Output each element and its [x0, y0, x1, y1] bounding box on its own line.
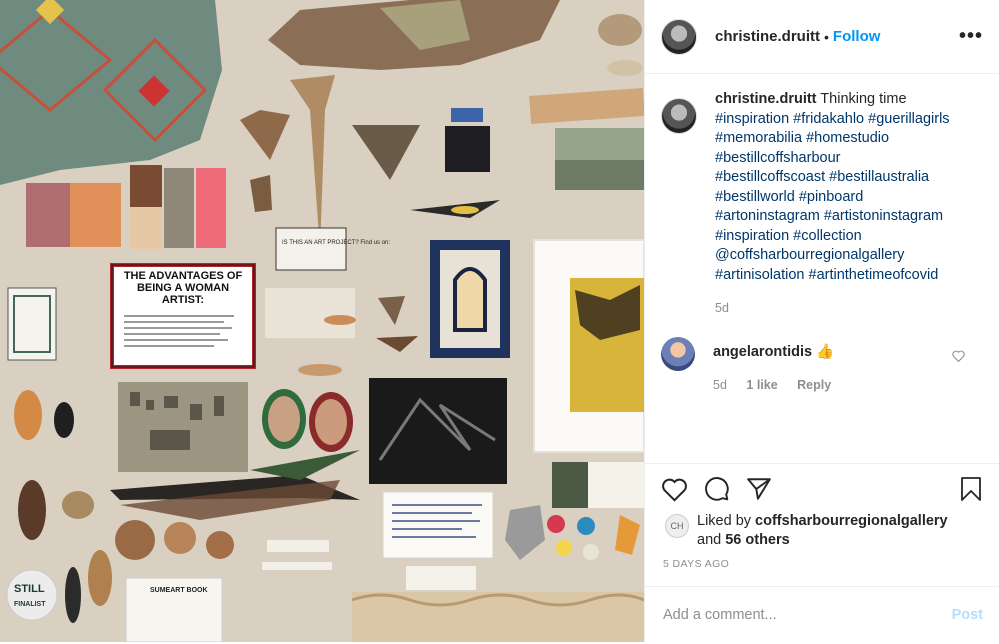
liker-username[interactable]: coffsharbourregionalgallery — [755, 513, 948, 529]
comment-bubble-icon[interactable] — [704, 476, 730, 502]
caption-tags-line[interactable]: @coffsharbourregionalgallery — [715, 246, 950, 266]
caption-time[interactable]: 5d — [715, 301, 729, 315]
post-comment-button[interactable]: Post — [952, 607, 983, 623]
post-sidebar: christine.druitt • Follow ••• christine.… — [644, 0, 999, 642]
caption-tags-line[interactable]: #artoninstagram #artistoninstagram — [715, 207, 950, 227]
likes-summary: CH Liked by coffsharbourregionalgallery … — [645, 502, 999, 550]
caption-username[interactable]: christine.druitt — [715, 91, 817, 107]
svg-text:FINALIST: FINALIST — [14, 601, 46, 608]
sign-text: IS THIS AN ART PROJECT? Find us on: — [282, 240, 390, 246]
comment-time[interactable]: 5d — [713, 378, 727, 392]
separator-dot: • — [824, 28, 829, 45]
svg-text:STILL: STILL — [14, 583, 45, 595]
poster-title: THE ADVANTAGES OF BEING A WOMAN ARTIST: — [123, 270, 243, 306]
comment-meta: 5d 1 like Reply — [713, 376, 847, 396]
add-comment-bar: Post — [645, 586, 999, 642]
comment-item: angelarontidis 👍 5d 1 like Reply — [661, 336, 983, 396]
caption-tags-line[interactable]: #bestillcoffsharbour — [715, 149, 950, 169]
caption-avatar[interactable] — [661, 98, 697, 134]
others-link[interactable]: 56 others — [725, 532, 789, 548]
caption-tags-line[interactable]: #bestillcoffscoast #bestillaustralia — [715, 168, 950, 188]
liked-by-label: Liked by — [697, 513, 752, 529]
comment-likes[interactable]: 1 like — [746, 378, 777, 392]
comment-text: 👍 — [816, 343, 835, 360]
caption-tags-line[interactable]: #bestillworld #pinboard — [715, 188, 950, 208]
post-date[interactable]: 5 DAYS AGO — [645, 550, 999, 570]
caption-tags-line[interactable]: #memorabilia #homestudio — [715, 129, 950, 149]
commenter-username[interactable]: angelarontidis — [713, 344, 812, 360]
caption: christine.druitt Thinking time #inspirat… — [661, 90, 983, 319]
liker-avatar[interactable]: CH — [665, 514, 689, 538]
more-options-icon[interactable]: ••• — [959, 25, 983, 48]
comment-like-heart-icon[interactable] — [952, 349, 965, 365]
follow-button[interactable]: Follow — [833, 28, 881, 45]
action-icons — [645, 464, 999, 502]
post-photo[interactable]: IS THIS AN ART PROJECT? Find us on: THE … — [0, 0, 644, 642]
caption-tags-line[interactable]: #artinisolation #artinthetimeofcovid — [715, 266, 950, 286]
caption-tags-line[interactable]: #inspiration #collection — [715, 227, 950, 247]
bookmark-icon[interactable] — [959, 476, 983, 502]
comments-section: christine.druitt Thinking time #inspirat… — [645, 90, 999, 396]
post-header: christine.druitt • Follow ••• — [645, 0, 999, 74]
author-avatar[interactable] — [661, 18, 697, 55]
commenter-avatar[interactable] — [661, 336, 695, 371]
author-username[interactable]: christine.druitt — [715, 28, 820, 45]
caption-meta: 5d — [715, 299, 950, 319]
like-heart-icon[interactable] — [661, 477, 688, 502]
svg-text:SUMEART BOOK: SUMEART BOOK — [150, 587, 208, 594]
caption-tags-line[interactable]: #inspiration #fridakahlo #guerillagirls — [715, 110, 950, 130]
caption-text: Thinking time — [820, 91, 907, 107]
reply-button[interactable]: Reply — [797, 378, 831, 392]
and-label: and — [697, 532, 722, 548]
comment-input[interactable] — [661, 605, 952, 624]
share-icon[interactable] — [746, 476, 772, 502]
